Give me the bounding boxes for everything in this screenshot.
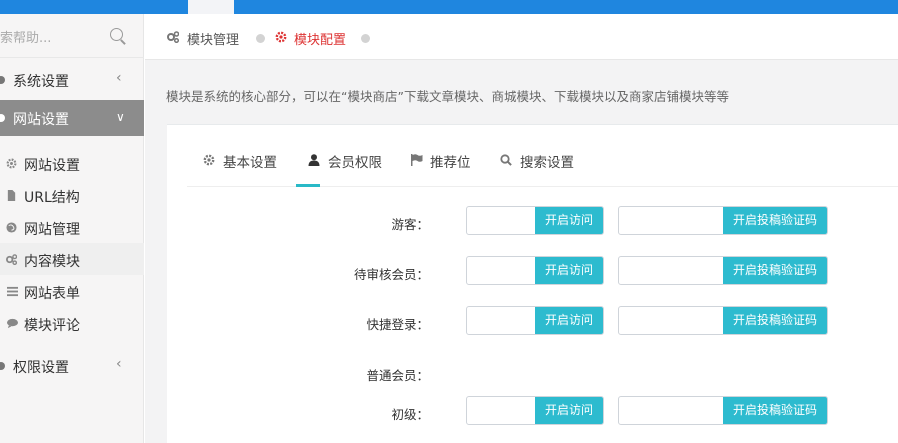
quick-login-captcha-group[interactable]: 开启投稿验证码 xyxy=(618,306,828,335)
guest-captcha-button[interactable]: 开启投稿验证码 xyxy=(723,207,827,234)
sidebar-subitem-label: URL结构 xyxy=(24,190,80,206)
tab-label: 搜索设置 xyxy=(520,155,574,171)
comments-icon xyxy=(7,318,18,329)
guest-access-group[interactable]: 开启访问 xyxy=(466,206,604,235)
guest-captcha-group[interactable]: 开启投稿验证码 xyxy=(618,206,828,235)
gear-icon xyxy=(6,158,17,169)
sidebar-item-system-settings[interactable]: 系统设置 ‹ xyxy=(0,62,144,98)
globe-icon xyxy=(6,222,17,233)
search-icon xyxy=(500,154,512,166)
group-label-regular-member: 普通会员： xyxy=(366,368,429,383)
sidebar-subitem-content-modules[interactable]: 内容模块 xyxy=(0,243,144,275)
gear-icon xyxy=(203,154,215,166)
pending-captcha-button[interactable]: 开启投稿验证码 xyxy=(723,257,827,284)
breadcrumb-item-module-management[interactable]: 模块管理 xyxy=(187,29,239,48)
pending-access-group[interactable]: 开启访问 xyxy=(466,256,604,285)
sidebar-item-label: 系统设置 xyxy=(13,74,69,90)
quick-login-access-button[interactable]: 开启访问 xyxy=(535,307,603,334)
sidebar-subitem-site-management[interactable]: 网站管理 xyxy=(0,211,144,243)
gears-icon xyxy=(6,254,17,265)
tab-label: 会员权限 xyxy=(328,155,382,171)
row-label-pending-member: 待审核会员： xyxy=(353,267,429,282)
sidebar-search[interactable]: 索帮助... xyxy=(0,14,144,58)
gear-icon xyxy=(0,76,5,84)
sidebar-item-label: 网站设置 xyxy=(13,112,69,128)
search-icon[interactable] xyxy=(110,28,123,41)
row-label-guest: 游客： xyxy=(391,217,429,232)
guest-access-button[interactable]: 开启访问 xyxy=(535,207,603,234)
sidebar-subitem-label: 网站设置 xyxy=(24,158,80,174)
top-bar xyxy=(0,0,898,14)
quick-login-captcha-button[interactable]: 开启投稿验证码 xyxy=(723,307,827,334)
breadcrumb-separator xyxy=(256,34,265,43)
sidebar-item-permission-settings[interactable]: 权限设置 ‹ xyxy=(0,348,144,384)
sidebar-subitem-url-structure[interactable]: URL结构 xyxy=(0,179,144,211)
file-icon xyxy=(7,190,16,201)
gear-icon xyxy=(275,31,287,43)
row-label-quick-login: 快捷登录： xyxy=(366,317,429,332)
sidebar-subitem-site-forms[interactable]: 网站表单 xyxy=(0,275,144,307)
chevron-down-icon: ∨ xyxy=(116,110,125,124)
user-icon xyxy=(0,362,5,370)
junior-captcha-group[interactable]: 开启投稿验证码 xyxy=(618,396,828,425)
top-tab[interactable] xyxy=(188,0,234,14)
sidebar: 索帮助... 系统设置 ‹ 网站设置 ∨ 网站设置 URL结构 网站管理 内容模… xyxy=(0,14,144,443)
flag-icon xyxy=(411,154,423,166)
junior-access-button[interactable]: 开启访问 xyxy=(535,397,603,424)
junior-access-group[interactable]: 开启访问 xyxy=(466,396,604,425)
tab-label: 基本设置 xyxy=(223,155,277,171)
junior-captcha-button[interactable]: 开启投稿验证码 xyxy=(723,397,827,424)
gears-icon xyxy=(167,31,179,43)
pending-access-button[interactable]: 开启访问 xyxy=(535,257,603,284)
breadcrumb-item-module-config[interactable]: 模块配置 xyxy=(294,29,346,48)
settings-panel: 基本设置 会员权限 推荐位 搜索设置 游客： 开启访问 开启投稿验证码 待审核会… xyxy=(167,124,898,443)
sidebar-subitem-module-comments[interactable]: 模块评论 xyxy=(0,307,144,339)
sidebar-item-site-settings[interactable]: 网站设置 ∨ xyxy=(0,100,144,136)
chevron-left-icon: ‹ xyxy=(116,356,122,372)
tab-label: 推荐位 xyxy=(430,155,471,171)
globe-icon xyxy=(0,114,5,122)
page-description: 模块是系统的核心部分，可以在“模块商店”下载文章模块、商城模块、下载模块以及商家… xyxy=(166,89,729,104)
main-content: 模块管理 模块配置 模块是系统的核心部分，可以在“模块商店”下载文章模块、商城模… xyxy=(145,14,898,443)
row-label-junior: 初级： xyxy=(391,407,429,422)
chevron-left-icon: ‹ xyxy=(116,70,122,86)
quick-login-access-group[interactable]: 开启访问 xyxy=(466,306,604,335)
search-input[interactable]: 索帮助... xyxy=(0,27,51,46)
tab-bar: 基本设置 会员权限 推荐位 搜索设置 xyxy=(187,125,898,187)
sidebar-subitem-label: 网站管理 xyxy=(24,222,80,238)
pending-captcha-group[interactable]: 开启投稿验证码 xyxy=(618,256,828,285)
user-icon xyxy=(308,154,320,166)
sidebar-subitem-label: 模块评论 xyxy=(24,318,80,334)
sidebar-subitem-site-settings[interactable]: 网站设置 xyxy=(0,147,144,179)
breadcrumb-separator xyxy=(361,34,370,43)
sidebar-item-label: 权限设置 xyxy=(13,360,69,376)
breadcrumb: 模块管理 模块配置 xyxy=(145,14,898,60)
list-icon xyxy=(7,286,18,297)
sidebar-subitem-label: 网站表单 xyxy=(24,286,80,302)
sidebar-subitem-label: 内容模块 xyxy=(24,254,80,270)
